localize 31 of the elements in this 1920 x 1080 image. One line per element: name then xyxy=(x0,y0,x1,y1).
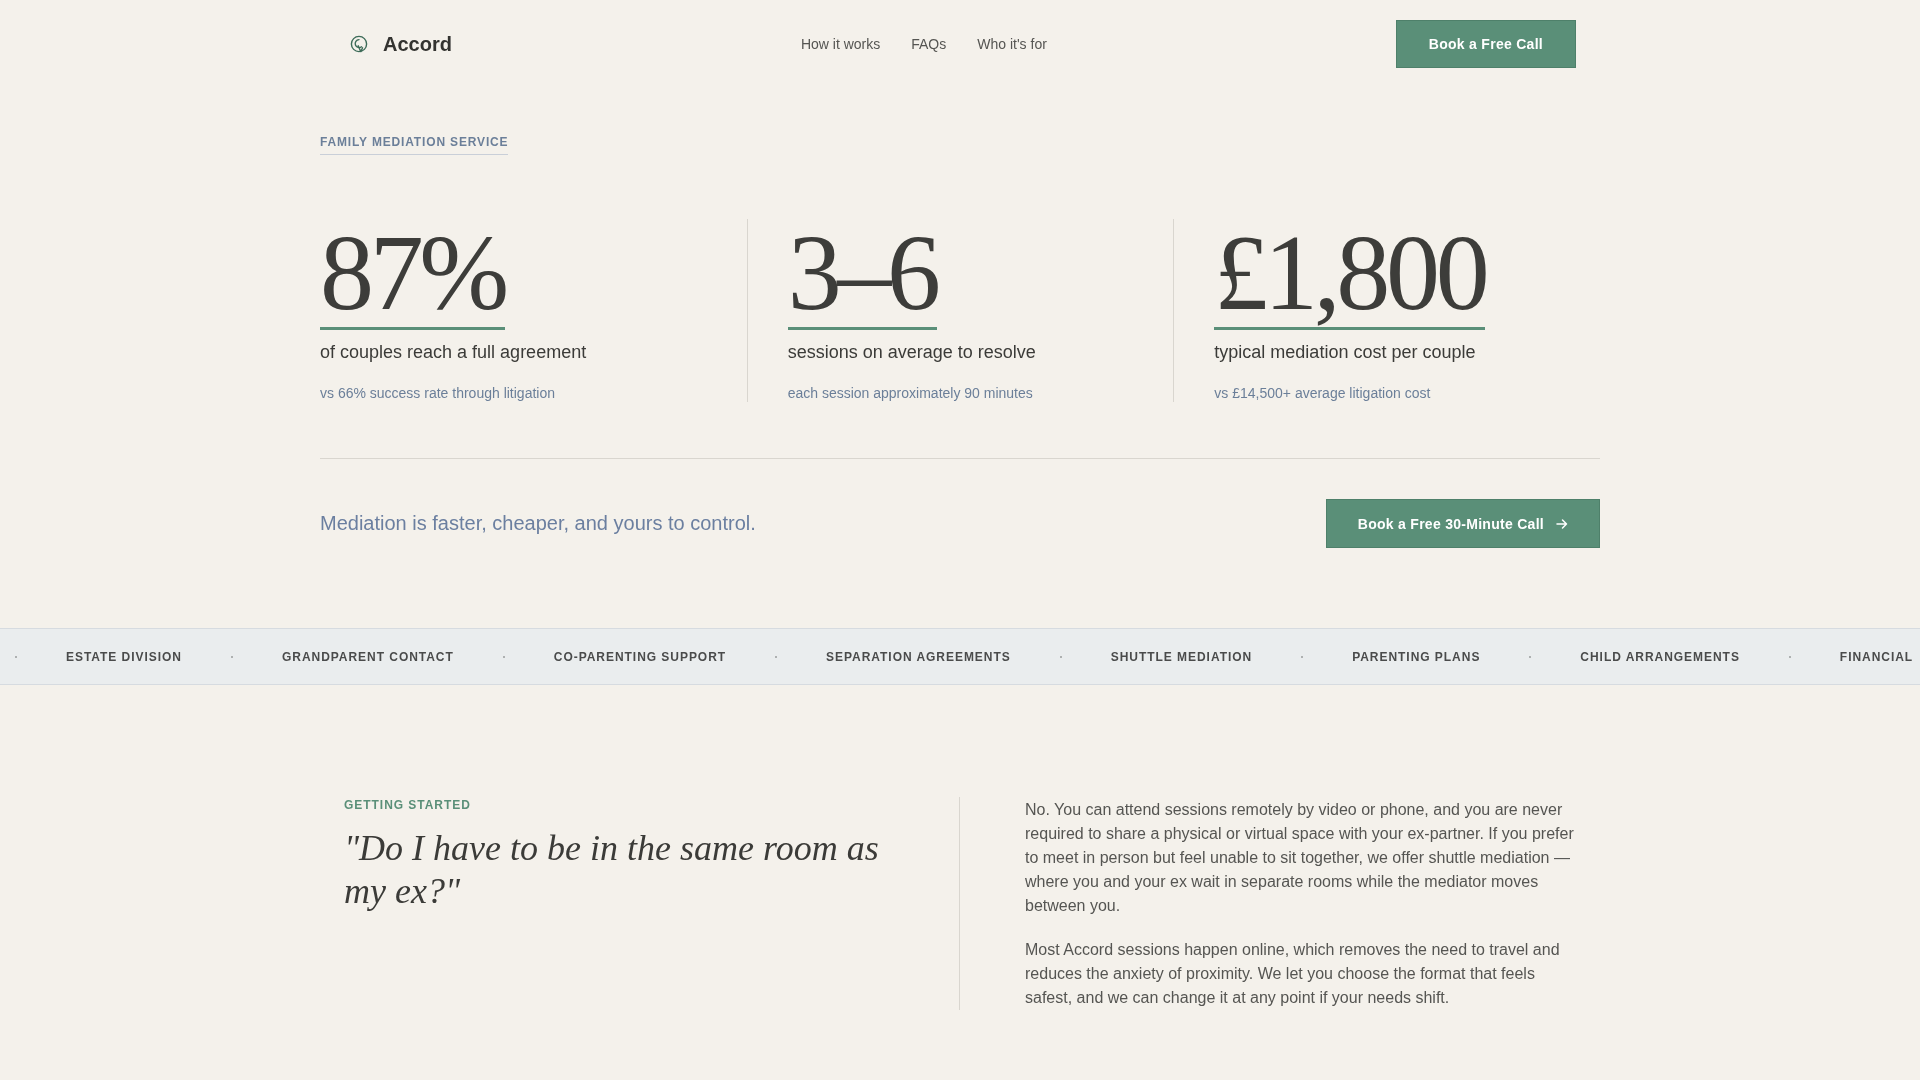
brand-name: Accord xyxy=(383,32,452,56)
ticker-item: PARENTING PLANS xyxy=(1352,649,1481,664)
tagline-text: Mediation is faster, cheaper, and yours to control. xyxy=(320,512,756,535)
nav-link[interactable]: Who it's for xyxy=(977,36,1047,52)
stat-label: typical mediation cost per couple xyxy=(1214,341,1477,363)
nav-link[interactable]: FAQs xyxy=(911,36,947,52)
answer-paragraph: No. You can attend sessions remotely by video or phone, and you are never required to share a physical or virtual space with your ex-partner. If you prefer to meet in person but feel unable to sit together, we offer shuttle mediation — where you and your ex wait in separate rooms while the mediator moves between you. xyxy=(1025,800,1575,916)
ticker-item: CHILD ARRANGEMENTS xyxy=(1580,649,1740,664)
ticker-item: FINANCIAL xyxy=(1839,649,1914,664)
book-call-button[interactable]: Book a Free Call xyxy=(1395,20,1576,68)
ticker-item: SHUTTLE MEDIATION xyxy=(1110,649,1253,664)
arrow-right-icon xyxy=(1556,517,1568,530)
ticker-item: GRANDPARENT CONTACT xyxy=(281,649,454,664)
logo-icon xyxy=(350,35,368,53)
section-eyebrow: FAMILY MEDIATION SERVICE xyxy=(320,134,509,155)
faq-eyebrow: GETTING STARTED xyxy=(344,797,472,813)
stat-label: of couples reach a full agreement xyxy=(320,341,588,363)
ticker-item: CO-PARENTING SUPPORT xyxy=(553,649,727,664)
stat-note: vs £14,500+ average litigation cost xyxy=(1214,384,1432,402)
ticker-item: SEPARATION AGREEMENTS xyxy=(826,649,1011,664)
stat-value: 3–6 xyxy=(787,219,937,330)
faq-question: "Do I have to be in the same room as my ex?" xyxy=(344,827,880,913)
stat-value: 87% xyxy=(320,219,505,330)
stat-note: each session approximately 90 minutes xyxy=(787,384,1034,402)
book-call-button[interactable]: Book a Free 30-Minute Call xyxy=(1325,499,1600,548)
stat-value: £1,800 xyxy=(1214,219,1486,330)
answer-paragraph: Most Accord sessions happen online, which removes the need to travel and reduces the anxiety of proximity. We let you choose the format that feels safest, and we can change it at any point if your needs shift. xyxy=(1025,940,1561,1008)
nav-link[interactable]: How it works xyxy=(800,36,881,52)
stat-note: vs 66% success rate through litigation xyxy=(320,384,556,402)
ticker-item: ESTATE DIVISION xyxy=(66,649,182,664)
stat-label: sessions on average to resolve xyxy=(787,341,1037,363)
